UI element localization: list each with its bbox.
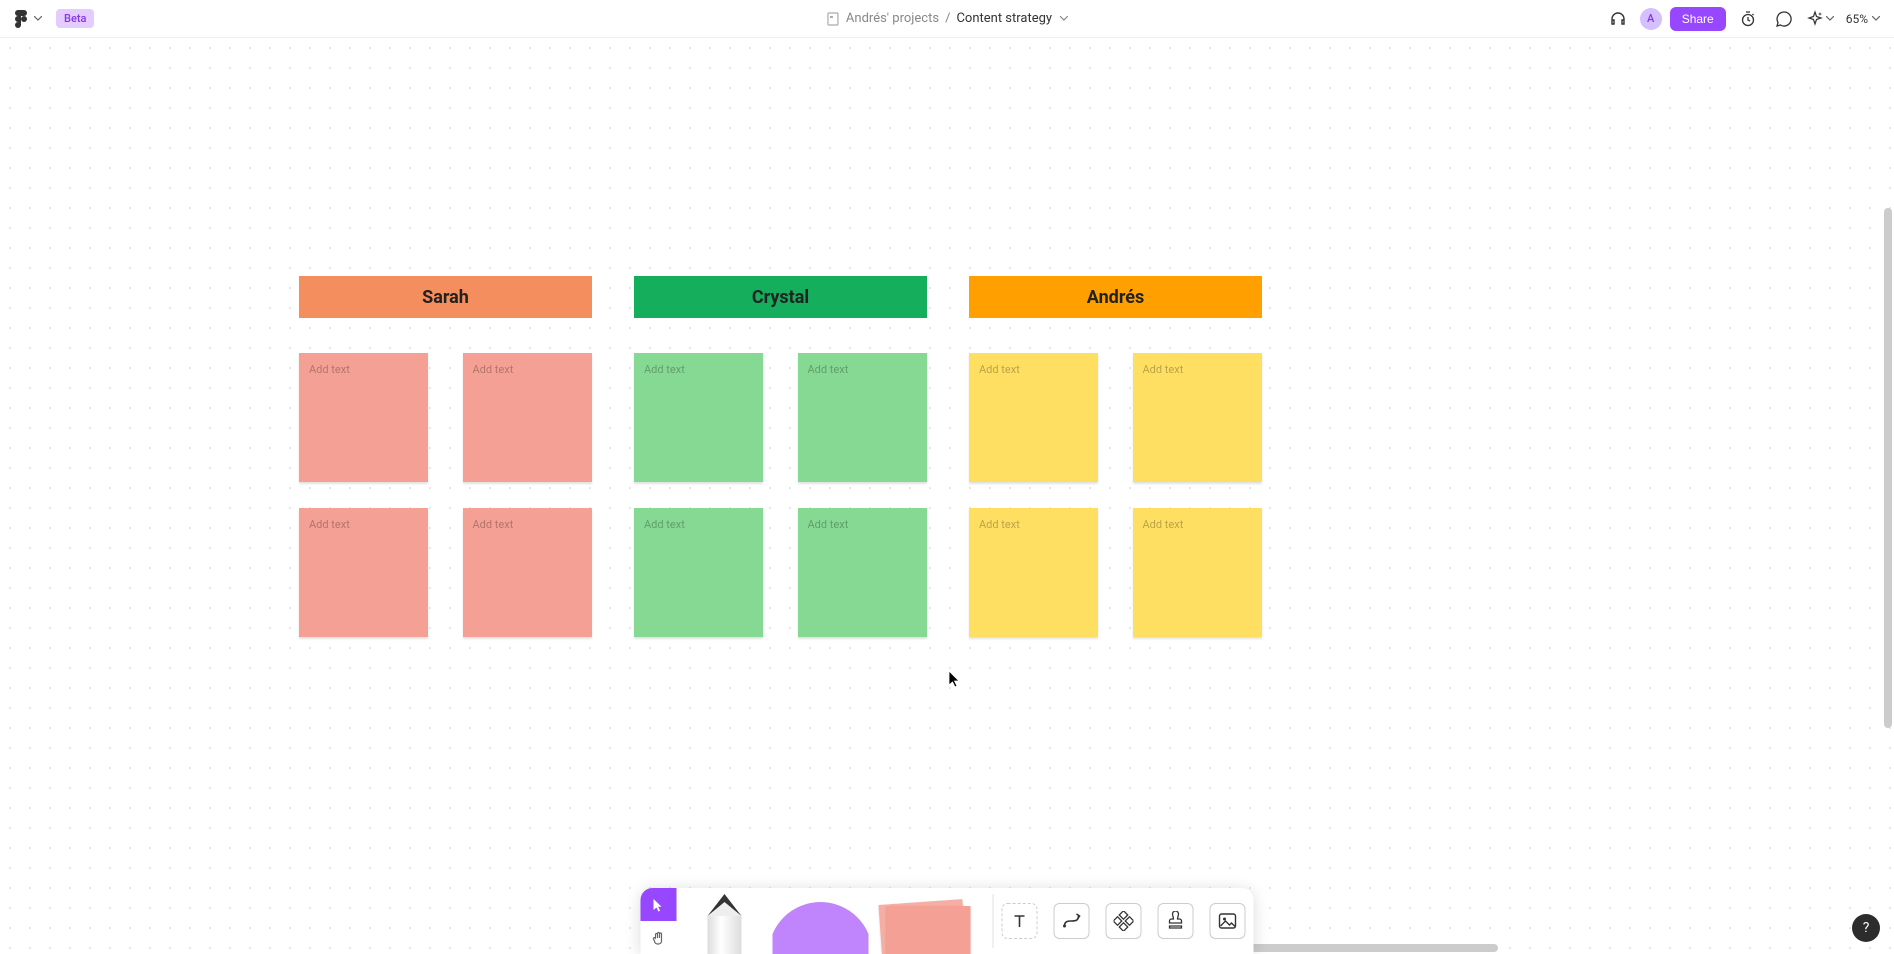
figma-logo-icon (14, 10, 28, 28)
sticky-note-icon (881, 902, 969, 954)
sparkle-icon (1806, 10, 1824, 28)
sticky-placeholder: Add text (644, 363, 685, 376)
sticky-placeholder: Add text (1143, 363, 1184, 376)
connector-tool[interactable] (1046, 888, 1098, 954)
header: Beta Andrés' projects / Content strategy… (0, 0, 1894, 38)
zoom-control[interactable]: 65% (1842, 12, 1884, 26)
sticky-placeholder: Add text (808, 518, 849, 531)
header-left: Beta (10, 6, 94, 32)
sticky-placeholder: Add text (979, 518, 1020, 531)
figjam-file-icon (826, 12, 840, 26)
comment-icon (1775, 10, 1793, 28)
file-menu-chevron-icon[interactable] (1060, 16, 1068, 21)
share-button[interactable]: Share (1670, 7, 1726, 31)
sticky-note[interactable]: Add text (463, 353, 592, 482)
sticky-placeholder: Add text (1143, 518, 1184, 531)
timer-button[interactable] (1734, 5, 1762, 33)
sticky-placeholder: Add text (644, 518, 685, 531)
sticky-placeholder: Add text (473, 518, 514, 531)
sticky-grid: Add text Add text Add text Add text (969, 353, 1262, 637)
comments-button[interactable] (1770, 5, 1798, 33)
sticky-grid: Add text Add text Add text Add text (634, 353, 927, 637)
help-button[interactable]: ? (1852, 914, 1880, 942)
image-tool[interactable] (1202, 888, 1254, 954)
audio-button[interactable] (1604, 5, 1632, 33)
main-menu-button[interactable] (10, 6, 46, 32)
sticky-placeholder: Add text (309, 363, 350, 376)
chevron-down-icon (1872, 16, 1880, 21)
breadcrumb-separator: / (945, 11, 950, 26)
breadcrumb-parent[interactable]: Andrés' projects (846, 11, 939, 26)
connector-icon (1062, 911, 1082, 931)
text-icon (1011, 912, 1029, 930)
board-column: Crystal Add text Add text Add text Add text (634, 276, 927, 637)
file-name[interactable]: Content strategy (956, 11, 1052, 26)
chevron-down-icon (34, 16, 42, 21)
column-header[interactable]: Andrés (969, 276, 1262, 318)
stamp-icon (1166, 911, 1186, 931)
column-header[interactable]: Sarah (299, 276, 592, 318)
select-tool[interactable] (641, 888, 677, 921)
sticky-note[interactable]: Add text (634, 508, 763, 637)
header-right: A Share 65% (1604, 5, 1884, 33)
hand-icon (652, 931, 666, 945)
zoom-value: 65% (1846, 12, 1868, 26)
hand-tool[interactable] (641, 921, 677, 954)
sticky-tool[interactable] (869, 888, 993, 954)
diamond-grid-icon (1114, 911, 1134, 931)
breadcrumb: Andrés' projects / Content strategy (826, 11, 1068, 26)
sticky-note[interactable]: Add text (299, 508, 428, 637)
sticky-note[interactable]: Add text (1133, 508, 1262, 637)
canvas[interactable]: SarahAdd textAdd textAdd textAdd textCry… (0, 38, 1894, 954)
column-header[interactable]: Crystal (634, 276, 927, 318)
pencil-icon (708, 894, 742, 954)
headphones-icon (1609, 10, 1627, 28)
sticky-note[interactable]: Add text (634, 353, 763, 482)
sticky-placeholder: Add text (473, 363, 514, 376)
beta-badge: Beta (56, 9, 94, 28)
sticky-note[interactable]: Add text (299, 353, 428, 482)
timer-icon (1739, 10, 1757, 28)
shape-icon (773, 902, 869, 954)
pointer-icon (652, 898, 666, 912)
stamp-tool[interactable] (1150, 888, 1202, 954)
sticky-placeholder: Add text (808, 363, 849, 376)
sticky-note[interactable]: Add text (1133, 353, 1262, 482)
image-icon (1218, 911, 1238, 931)
ai-button[interactable] (1806, 5, 1834, 33)
board-column: Sarah Add text Add text Add text Add text (299, 276, 592, 637)
board-column: Andrés Add text Add text Add text Add text (969, 276, 1262, 637)
sticky-grid: Add text Add text Add text Add text (299, 353, 592, 637)
board-content: SarahAdd textAdd textAdd textAdd textCry… (299, 276, 1262, 637)
sticky-note[interactable]: Add text (969, 508, 1098, 637)
toolbar-pointer-group (641, 888, 677, 954)
bottom-toolbar (641, 888, 1254, 954)
chevron-down-icon (1826, 16, 1834, 21)
sticky-note[interactable]: Add text (463, 508, 592, 637)
text-tool[interactable] (994, 888, 1046, 954)
sticky-placeholder: Add text (309, 518, 350, 531)
vertical-scrollbar[interactable] (1884, 208, 1892, 728)
avatar[interactable]: A (1640, 8, 1662, 30)
sticky-note[interactable]: Add text (798, 353, 927, 482)
shape-tool[interactable] (773, 888, 869, 954)
pencil-tool[interactable] (677, 888, 773, 954)
sticky-placeholder: Add text (979, 363, 1020, 376)
section-tool[interactable] (1098, 888, 1150, 954)
sticky-note[interactable]: Add text (798, 508, 927, 637)
sticky-note[interactable]: Add text (969, 353, 1098, 482)
cursor-icon (948, 670, 962, 688)
